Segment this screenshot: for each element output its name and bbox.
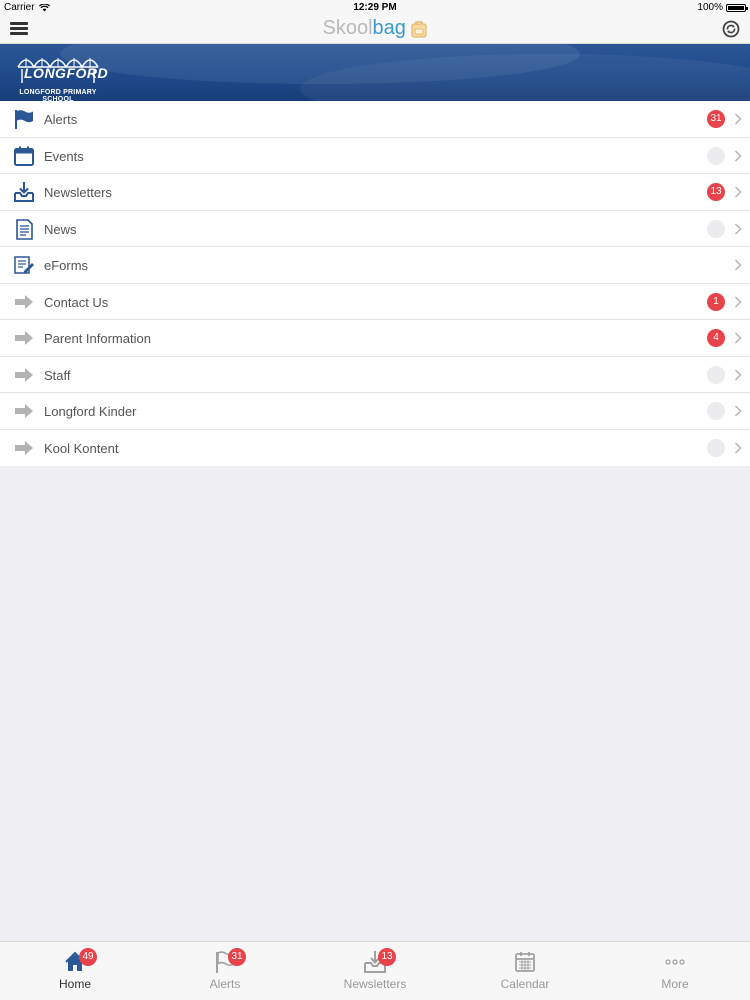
menu-item-kool-kontent[interactable]: Kool Kontent (0, 430, 750, 467)
flag-icon (15, 110, 33, 129)
menu-item-alerts[interactable]: Alerts 31 (0, 101, 750, 138)
logo-wordmark: LONGFORD (24, 65, 109, 81)
menu-item-label: eForms (44, 258, 89, 273)
menu-item-parent-information[interactable]: Parent Information 4 (0, 320, 750, 357)
tab-more[interactable]: More (600, 942, 750, 1000)
menu-item-label: Parent Information (44, 331, 151, 346)
tab-badge: 31 (228, 948, 246, 966)
battery-percent: 100% (697, 2, 723, 13)
chevron-right-icon (734, 186, 742, 198)
menu-item-label: Events (44, 148, 84, 164)
calendar-icon (515, 952, 535, 972)
count-badge: 4 (707, 329, 725, 347)
tab-label: More (661, 977, 689, 991)
menu-item-label: Longford Kinder (44, 404, 137, 419)
menu-item-longford-kinder[interactable]: Longford Kinder (0, 393, 750, 430)
app-brand: Skoolbag (0, 17, 750, 40)
arrow-right-icon (15, 404, 33, 418)
chevron-right-icon (734, 368, 742, 381)
chevron-right-icon (734, 222, 742, 235)
status-bar: Carrier 12:29 PM 100% (0, 0, 750, 16)
menu-item-newsletters[interactable]: Newsletters 13 (0, 174, 750, 211)
arrow-right-icon (15, 331, 33, 345)
tab-alerts[interactable]: 31 Alerts (150, 942, 300, 1000)
count-badge: 1 (707, 292, 725, 311)
more-dots-icon (665, 959, 685, 965)
menu-item-events[interactable]: Events (0, 138, 750, 174)
chevron-right-icon (734, 332, 742, 344)
calendar-icon (14, 146, 34, 166)
brand-bag-text: bag (372, 17, 406, 39)
menu-item-contact-us[interactable]: Contact Us 1 (0, 284, 750, 320)
tab-calendar[interactable]: Calendar (450, 942, 600, 1000)
status-time: 12:29 PM (353, 2, 397, 13)
nav-bar: Skoolbag (0, 16, 750, 44)
schoolbag-icon (411, 21, 427, 38)
menu-item-eforms[interactable]: eForms (0, 247, 750, 284)
tab-badge: 13 (378, 948, 396, 966)
chevron-right-icon (734, 113, 742, 125)
arrow-right-icon (15, 367, 33, 382)
arrow-right-icon (15, 294, 33, 309)
tab-label: Alerts (209, 977, 241, 991)
menu-item-news[interactable]: News (0, 211, 750, 247)
school-logo: LONGFORD LONGFORD PRIMARY SCHOOL (4, 47, 112, 101)
chevron-right-icon (734, 295, 742, 308)
count-badge (707, 402, 725, 420)
document-icon (16, 218, 33, 240)
tab-newsletters[interactable]: 13 Newsletters (300, 942, 450, 1000)
menu-item-label: Staff (44, 367, 71, 383)
menu-item-staff[interactable]: Staff (0, 357, 750, 393)
arrow-right-icon (15, 440, 33, 455)
tab-label: Calendar (500, 977, 550, 991)
count-badge (707, 146, 725, 165)
tab-home[interactable]: 49 Home (0, 942, 150, 1000)
chevron-right-icon (734, 441, 742, 454)
battery-icon (726, 3, 748, 12)
tab-badge: 49 (79, 948, 97, 966)
count-badge (707, 438, 725, 457)
chevron-right-icon (734, 259, 742, 271)
menu-item-label: Newsletters (44, 185, 112, 200)
chevron-right-icon (734, 405, 742, 417)
sync-icon (722, 20, 740, 38)
count-badge (707, 219, 725, 238)
chevron-right-icon (734, 149, 742, 162)
menu-item-label: Alerts (44, 112, 78, 127)
sync-button[interactable] (722, 20, 740, 38)
menu-item-label: News (44, 221, 77, 237)
school-banner: LONGFORD LONGFORD PRIMARY SCHOOL (0, 44, 750, 101)
count-badge: 31 (707, 110, 725, 128)
tab-label: Home (58, 977, 91, 991)
inbox-download-icon (14, 182, 34, 202)
status-right: 100% (697, 2, 748, 13)
count-badge: 13 (707, 183, 725, 201)
menu-item-label: Kool Kontent (44, 440, 119, 456)
school-name: LONGFORD PRIMARY SCHOOL (19, 89, 97, 101)
bottom-tab-bar: 49 Home 31 Alerts 13 Newsletters Calenda… (0, 941, 750, 1000)
brand-skool-text: Skool (322, 17, 373, 39)
tab-label: Newsletters (343, 977, 407, 991)
menu-item-label: Contact Us (44, 294, 109, 310)
count-badge (707, 365, 725, 384)
main-menu-list: Alerts 31 Events Newsletters 13 News eFo… (0, 101, 750, 466)
form-edit-icon (14, 256, 34, 274)
